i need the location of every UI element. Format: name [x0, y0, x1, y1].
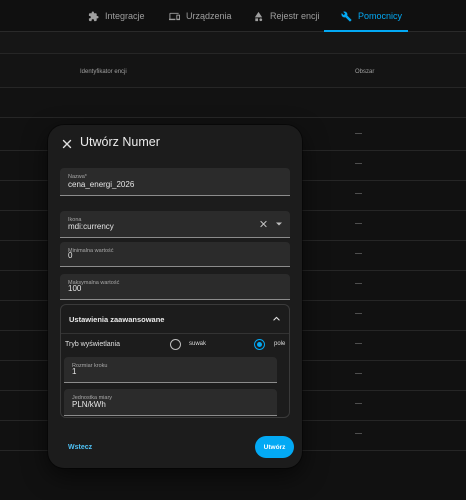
- tab-label: Integracje: [105, 11, 145, 21]
- area-cell: —: [355, 130, 362, 137]
- tab-bar: Integracje Urządzenia Rejestr encji Pomo…: [0, 0, 466, 32]
- area-cell: —: [355, 400, 362, 407]
- min-value-label: Minimalna wartość: [68, 248, 114, 254]
- radio-box[interactable]: [254, 339, 265, 350]
- close-button[interactable]: [60, 137, 74, 151]
- step-size-label: Rozmiar kroku: [72, 363, 108, 369]
- tab-label: Pomocnicy: [358, 11, 403, 21]
- create-button-label: Utwórz: [263, 443, 286, 451]
- unit-value: PLN/kWh: [72, 400, 106, 409]
- area-cell: —: [355, 250, 362, 257]
- create-button[interactable]: Utwórz: [255, 436, 294, 458]
- dialog-title: Utwórz Numer: [80, 135, 160, 149]
- max-value-value: 100: [68, 284, 82, 293]
- radio-slider-label: suwak: [189, 341, 207, 347]
- display-mode-label: Tryb wyświetlania: [65, 341, 120, 348]
- table-header-row: Identyfikator encji Obszar: [0, 54, 466, 88]
- back-button[interactable]: Wstecz: [68, 444, 92, 451]
- entities-icon: [254, 11, 263, 21]
- area-cell: —: [355, 340, 362, 347]
- min-value-field[interactable]: Minimalna wartość 0: [60, 242, 290, 267]
- tab-integrations[interactable]: Integracje: [88, 0, 145, 32]
- unit-of-measurement-field[interactable]: Jednostka miary PLN/kWh: [64, 389, 277, 416]
- area-cell: —: [355, 280, 362, 287]
- area-cell: —: [355, 220, 362, 227]
- area-cell: —: [355, 160, 362, 167]
- tab-helpers[interactable]: Pomocnicy: [341, 0, 402, 32]
- area-cell: —: [355, 190, 362, 197]
- divider: [61, 333, 289, 334]
- area-cell: —: [355, 370, 362, 377]
- advanced-settings-panel: Ustawienia zaawansowane Tryb wyświetlani…: [60, 304, 290, 418]
- tools-icon: [341, 11, 352, 22]
- tab-label: Urządzenia: [186, 11, 232, 21]
- toolbar-band: [0, 32, 466, 54]
- column-header-area[interactable]: Obszar: [355, 69, 374, 75]
- devices-icon: [169, 12, 180, 20]
- step-size-value: 1: [72, 367, 77, 376]
- table-group-row: [0, 88, 466, 118]
- radio-slider[interactable]: [170, 339, 181, 350]
- advanced-settings-header[interactable]: Ustawienia zaawansowane: [69, 315, 164, 324]
- chevron-up-icon[interactable]: [272, 314, 281, 323]
- min-value-value: 0: [68, 251, 73, 260]
- radio-box-label: pole: [274, 341, 286, 347]
- create-number-dialog: Utwórz Numer Nazwa* cena_energi_2026 Iko…: [48, 125, 302, 468]
- step-size-field[interactable]: Rozmiar kroku 1: [64, 357, 277, 383]
- area-cell: —: [355, 430, 362, 437]
- name-field-value: cena_energi_2026: [68, 180, 135, 189]
- clear-icon[interactable]: [259, 220, 268, 229]
- area-cell: —: [355, 310, 362, 317]
- max-value-field[interactable]: Maksymalna wartość 100: [60, 274, 290, 300]
- tab-devices[interactable]: Urządzenia: [169, 0, 232, 32]
- column-header-entity-id[interactable]: Identyfikator encji: [80, 69, 127, 75]
- puzzle-icon: [88, 10, 99, 21]
- dropdown-arrow-icon[interactable]: [276, 222, 282, 226]
- icon-picker[interactable]: Ikona mdi:currency: [60, 211, 290, 238]
- tab-entities[interactable]: Rejestr encji: [253, 0, 320, 32]
- icon-picker-value: mdi:currency: [68, 222, 114, 231]
- tab-label: Rejestr encji: [270, 11, 320, 21]
- name-field[interactable]: Nazwa* cena_energi_2026: [60, 168, 290, 196]
- close-icon: [62, 139, 72, 149]
